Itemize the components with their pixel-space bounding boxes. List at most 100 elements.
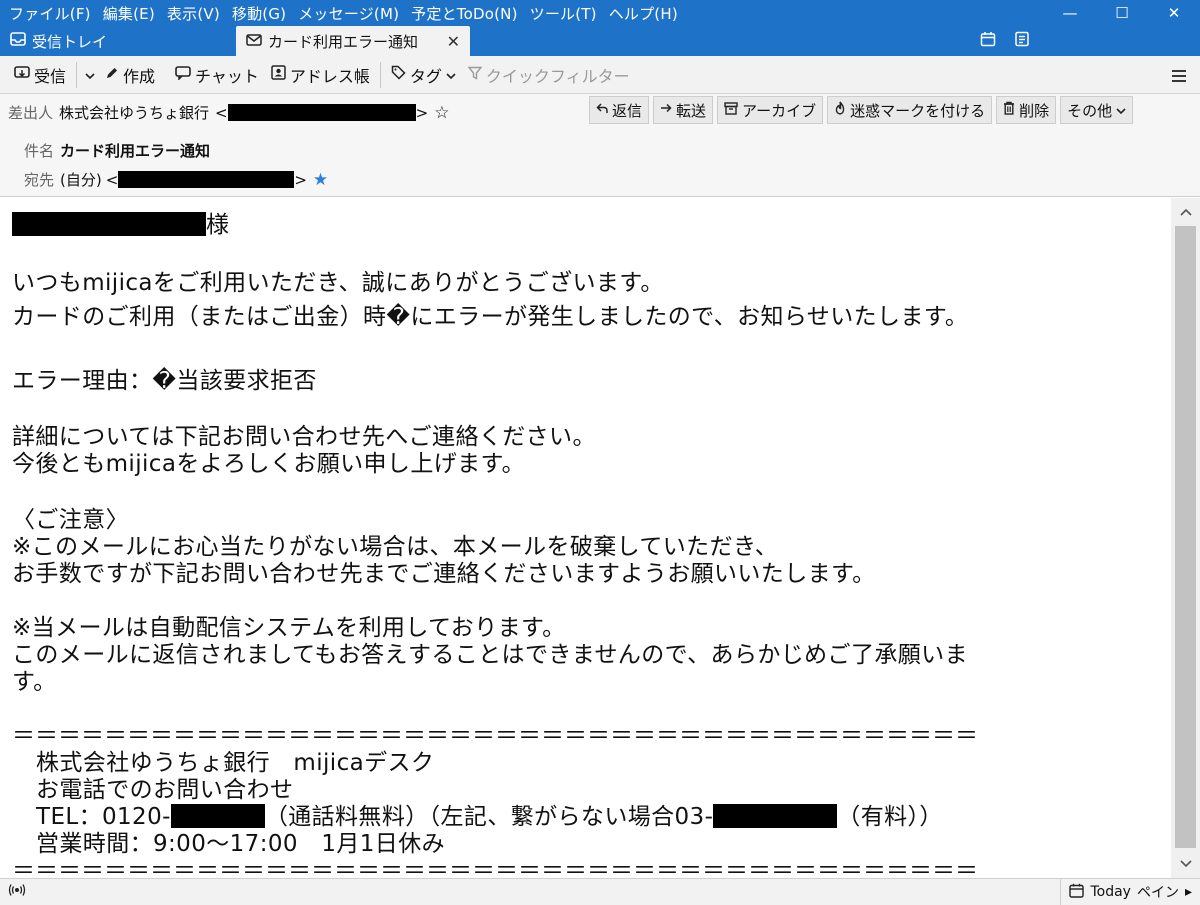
phone-note: （通話料無料）（左記、繋がらない場合03- bbox=[264, 804, 714, 830]
recipient-name-redacted bbox=[12, 212, 206, 236]
chevron-down-icon bbox=[85, 65, 95, 84]
body-line: 詳細については下記お問い合わせ先へご連絡ください。 bbox=[12, 424, 596, 450]
salutation-suffix: 様 bbox=[206, 212, 230, 238]
scrollbar-thumb[interactable] bbox=[1175, 226, 1196, 848]
chat-button[interactable]: チャット bbox=[169, 61, 265, 89]
body-line: いつもmijicaをご利用いただき、誠にありがとうございます。 bbox=[12, 270, 664, 296]
phone-paid-note: （有料）） bbox=[837, 804, 943, 830]
menu-bar: ファイル(F) 編集(E) 表示(V) 移動(G) メッセージ(M) 予定とTo… bbox=[0, 0, 1200, 26]
message-body: 様 いつもmijicaをご利用いただき、誠にありがとうございます。 カードのご利… bbox=[0, 198, 1170, 878]
tag-button[interactable]: タグ bbox=[385, 61, 462, 89]
from-bracket-open: < bbox=[215, 103, 228, 122]
toolbar-divider bbox=[379, 61, 381, 88]
from-bracket-close: > bbox=[415, 103, 429, 122]
menu-file[interactable]: ファイル(F) bbox=[6, 3, 100, 24]
subject-row: 件名 カード利用エラー通知 bbox=[24, 140, 210, 161]
to-address-redacted bbox=[118, 171, 295, 188]
calendar-icon bbox=[1069, 883, 1085, 902]
today-label: Today bbox=[1090, 884, 1131, 900]
tab-message[interactable]: カード利用エラー通知 ✕ bbox=[236, 26, 470, 56]
get-mail-button[interactable]: 受信 bbox=[8, 61, 72, 89]
chevron-right-icon: ▸ bbox=[1184, 884, 1192, 900]
body-line: ※このメールにお心当たりがない場合は、本メールを破棄していただき、 bbox=[12, 534, 779, 560]
signature-divider: ＝＝＝＝＝＝＝＝＝＝＝＝＝＝＝＝＝＝＝＝＝＝＝＝＝＝＝＝＝＝＝＝＝＝＝＝＝＝＝＝… bbox=[12, 858, 978, 878]
minimize-button[interactable]: — bbox=[1044, 0, 1096, 26]
scroll-down-icon[interactable] bbox=[1171, 850, 1200, 878]
body-line: 今後ともmijicaをよろしくお願い申し上げます。 bbox=[12, 451, 526, 477]
mail-toolbar: 受信 作成 チャット アドレス帳 タグ クイックフィルター bbox=[0, 56, 1200, 94]
salutation: 様 bbox=[12, 212, 229, 239]
from-name[interactable]: 株式会社ゆうちょ銀行 bbox=[59, 102, 209, 123]
address-book-icon bbox=[271, 65, 286, 84]
scroll-up-icon[interactable] bbox=[1171, 198, 1200, 226]
tab-inbox[interactable]: 受信トレイ bbox=[0, 26, 236, 56]
chevron-down-icon bbox=[446, 65, 456, 84]
star-icon[interactable]: ☆ bbox=[434, 103, 449, 123]
forward-label: 転送 bbox=[676, 101, 707, 120]
forward-button[interactable]: 転送 bbox=[653, 96, 714, 124]
window-controls: — ☐ ✕ bbox=[1044, 0, 1200, 26]
menu-view[interactable]: 表示(V) bbox=[164, 3, 229, 24]
menu-help[interactable]: ヘルプ(H) bbox=[606, 3, 687, 24]
close-tab-icon[interactable]: ✕ bbox=[447, 32, 460, 51]
tag-icon bbox=[391, 65, 406, 84]
phone-number-redacted bbox=[170, 804, 265, 828]
menu-list: ファイル(F) 編集(E) 表示(V) 移動(G) メッセージ(M) 予定とTo… bbox=[0, 3, 687, 24]
flame-icon bbox=[834, 101, 846, 119]
chevron-down-icon bbox=[1116, 101, 1126, 119]
write-button[interactable]: 作成 bbox=[99, 61, 161, 89]
trash-icon bbox=[1003, 101, 1015, 119]
subject-label: 件名 bbox=[24, 142, 55, 160]
from-row: 差出人 株式会社ゆうちょ銀行 < > ☆ bbox=[8, 102, 449, 123]
address-book-button[interactable]: アドレス帳 bbox=[265, 61, 376, 89]
to-value[interactable]: (自分) bbox=[60, 169, 102, 190]
maximize-button[interactable]: ☐ bbox=[1096, 0, 1148, 26]
junk-button[interactable]: 迷惑マークを付ける bbox=[827, 96, 993, 124]
signature-divider: ＝＝＝＝＝＝＝＝＝＝＝＝＝＝＝＝＝＝＝＝＝＝＝＝＝＝＝＝＝＝＝＝＝＝＝＝＝＝＝＝… bbox=[12, 723, 978, 749]
download-icon bbox=[14, 65, 30, 84]
status-bar: Today ペイン ▸ bbox=[0, 878, 1200, 905]
envelope-icon bbox=[246, 32, 262, 50]
body-line: お手数ですが下記お問い合わせ先までご連絡くださいますようお願いいたします。 bbox=[12, 561, 876, 587]
tasks-icon[interactable] bbox=[1014, 31, 1030, 51]
body-line: カードのご利用（またはご出金）時�にエラーが発生しましたので、お知らせいたします… bbox=[12, 304, 969, 330]
vertical-scrollbar[interactable] bbox=[1171, 198, 1200, 878]
alt-phone-redacted bbox=[713, 804, 838, 828]
reply-button[interactable]: 返信 bbox=[589, 96, 650, 124]
from-address-redacted bbox=[227, 104, 416, 121]
quick-filter-button[interactable]: クイックフィルター bbox=[462, 61, 636, 89]
to-label: 宛先 bbox=[24, 171, 55, 189]
online-status-icon[interactable] bbox=[0, 883, 26, 901]
subject-value: カード利用エラー通知 bbox=[60, 142, 211, 160]
reply-label: 返信 bbox=[612, 101, 643, 120]
calendar-icon[interactable] bbox=[980, 31, 996, 51]
menu-edit[interactable]: 編集(E) bbox=[100, 3, 164, 24]
menu-events-tasks[interactable]: 予定とToDo(N) bbox=[408, 3, 526, 24]
address-book-label: アドレス帳 bbox=[289, 66, 370, 86]
other-actions-button[interactable]: その他 bbox=[1060, 96, 1134, 124]
get-mail-label: 受信 bbox=[34, 66, 67, 86]
from-label: 差出人 bbox=[8, 104, 54, 122]
chat-label: チャット bbox=[195, 66, 259, 86]
menu-go[interactable]: 移動(G) bbox=[229, 3, 295, 24]
star-icon[interactable]: ★ bbox=[313, 170, 328, 190]
phone-prefix: TEL：0120- bbox=[36, 804, 171, 830]
delete-button[interactable]: 削除 bbox=[996, 96, 1057, 124]
archive-button[interactable]: アーカイブ bbox=[717, 96, 824, 124]
delete-label: 削除 bbox=[1019, 101, 1050, 120]
app-menu-icon[interactable] bbox=[1172, 63, 1186, 87]
filter-icon bbox=[467, 66, 483, 84]
close-window-button[interactable]: ✕ bbox=[1148, 0, 1200, 26]
get-mail-dropdown[interactable] bbox=[81, 61, 99, 89]
pane-label: ペイン bbox=[1136, 885, 1179, 901]
signature-line: お電話でのお問い合わせ bbox=[36, 777, 294, 803]
body-line: このメールに返信されましてもお答えすることはできませんので、あらかじめご了承願い… bbox=[12, 642, 968, 668]
menu-message[interactable]: メッセージ(M) bbox=[295, 3, 408, 24]
menu-tools[interactable]: ツール(T) bbox=[527, 3, 606, 24]
today-pane-toggle[interactable]: Today ペイン ▸ bbox=[1060, 879, 1200, 905]
signature-line: 営業時間：9:00～17:00 1月1日休み bbox=[36, 831, 445, 857]
archive-icon bbox=[724, 101, 738, 119]
quick-filter-label: クイックフィルター bbox=[485, 66, 630, 86]
to-bracket-close: > bbox=[294, 170, 307, 189]
junk-label: 迷惑マークを付ける bbox=[850, 101, 986, 120]
